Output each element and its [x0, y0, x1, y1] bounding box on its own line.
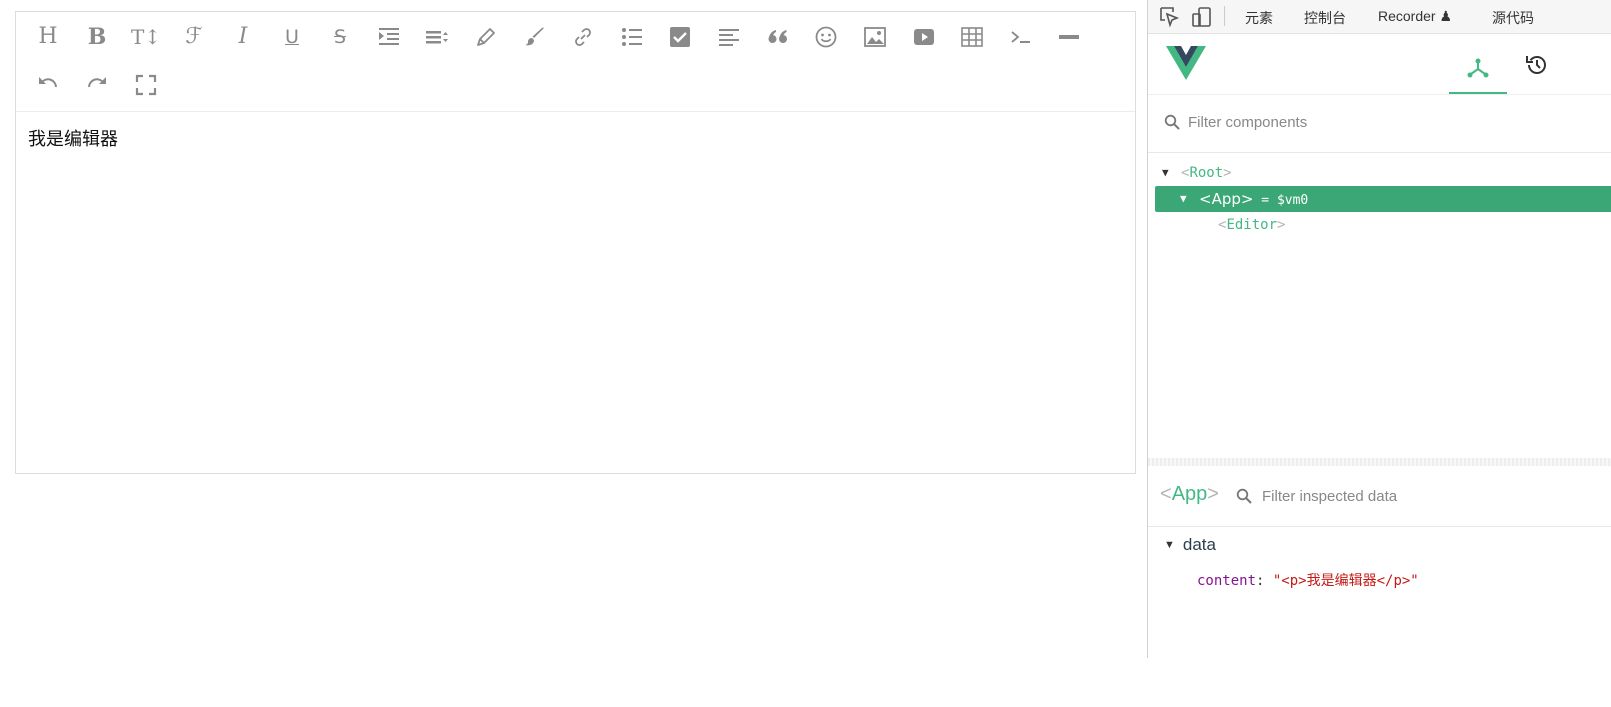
expand-arrow-icon[interactable]: ▼: [1180, 186, 1187, 212]
link-icon[interactable]: [567, 21, 599, 53]
filter-inspected-data-input[interactable]: Filter inspected data: [1262, 488, 1397, 505]
tree-node-app[interactable]: ▼ <App> = $vm0: [1155, 186, 1611, 212]
pen-icon[interactable]: [470, 21, 502, 53]
horizontal-rule-icon[interactable]: [1053, 21, 1085, 53]
emoji-icon[interactable]: [810, 21, 842, 53]
filter-components-input[interactable]: Filter components: [1188, 114, 1307, 131]
indent-icon[interactable]: [373, 21, 405, 53]
list-icon[interactable]: [616, 21, 648, 53]
vue-logo-icon: [1166, 46, 1206, 87]
search-icon: [1164, 114, 1180, 135]
component-filter-row: Filter components: [1148, 94, 1611, 153]
data-section-header[interactable]: ▼ data: [1164, 535, 1216, 555]
markdown-editor: H B T↕ ℱ I U S 我是编辑器: [15, 11, 1136, 474]
code-icon[interactable]: [1005, 21, 1037, 53]
property-value: "<p>我是编辑器</p>": [1272, 573, 1419, 589]
search-icon: [1236, 488, 1252, 509]
tab-console[interactable]: 控制台: [1304, 8, 1346, 28]
checkbox-icon[interactable]: [664, 21, 696, 53]
image-icon[interactable]: [859, 21, 891, 53]
editor-content[interactable]: 我是编辑器: [28, 125, 118, 151]
inspect-element-icon[interactable]: [1159, 6, 1181, 28]
strikethrough-icon[interactable]: S: [324, 21, 356, 53]
property-key: content: [1197, 573, 1257, 589]
font-icon[interactable]: ℱ: [178, 21, 210, 53]
heading-icon[interactable]: H: [32, 21, 64, 53]
devtools-topbar: 元素 控制台 Recorder ♟ 源代码: [1148, 0, 1611, 34]
device-toolbar-icon[interactable]: [1191, 6, 1213, 28]
editor-toolbar: H B T↕ ℱ I U S: [16, 12, 1135, 112]
history-icon[interactable]: [1524, 52, 1550, 83]
bold-icon[interactable]: B: [81, 21, 113, 53]
tree-node-root[interactable]: ▼ <Root>: [1148, 160, 1611, 186]
redo-icon[interactable]: [81, 69, 113, 101]
video-icon[interactable]: [908, 21, 940, 53]
undo-icon[interactable]: [32, 69, 64, 101]
pane-splitter[interactable]: [1148, 458, 1611, 466]
quote-icon[interactable]: [762, 21, 794, 53]
tree-node-editor[interactable]: <Editor>: [1148, 212, 1611, 238]
align-icon[interactable]: [713, 21, 745, 53]
inspected-component-title: <App>: [1160, 483, 1219, 505]
components-tree-icon: [1467, 58, 1489, 78]
data-property-row[interactable]: content: "<p>我是编辑器</p>": [1197, 570, 1419, 590]
brush-icon[interactable]: [519, 21, 551, 53]
fullscreen-icon[interactable]: [130, 69, 162, 101]
text-size-icon[interactable]: T↕: [130, 21, 162, 53]
tab-components[interactable]: [1449, 44, 1507, 94]
tab-recorder[interactable]: Recorder ♟: [1378, 8, 1452, 25]
inspector-header: <App> Filter inspected data: [1148, 466, 1611, 527]
tab-elements[interactable]: 元素: [1245, 8, 1273, 28]
underline-icon[interactable]: U: [276, 21, 308, 53]
expand-arrow-icon[interactable]: ▼: [1164, 539, 1175, 551]
vue-devtools-header: [1148, 34, 1611, 95]
tab-sources[interactable]: 源代码: [1492, 8, 1534, 28]
expand-arrow-icon[interactable]: ▼: [1162, 160, 1169, 186]
table-icon[interactable]: [956, 21, 988, 53]
line-height-icon[interactable]: [421, 21, 453, 53]
devtools-panel: 元素 控制台 Recorder ♟ 源代码 Filter components …: [1147, 0, 1611, 658]
italic-icon[interactable]: I: [227, 21, 259, 53]
toolbar-divider: [1224, 6, 1225, 26]
